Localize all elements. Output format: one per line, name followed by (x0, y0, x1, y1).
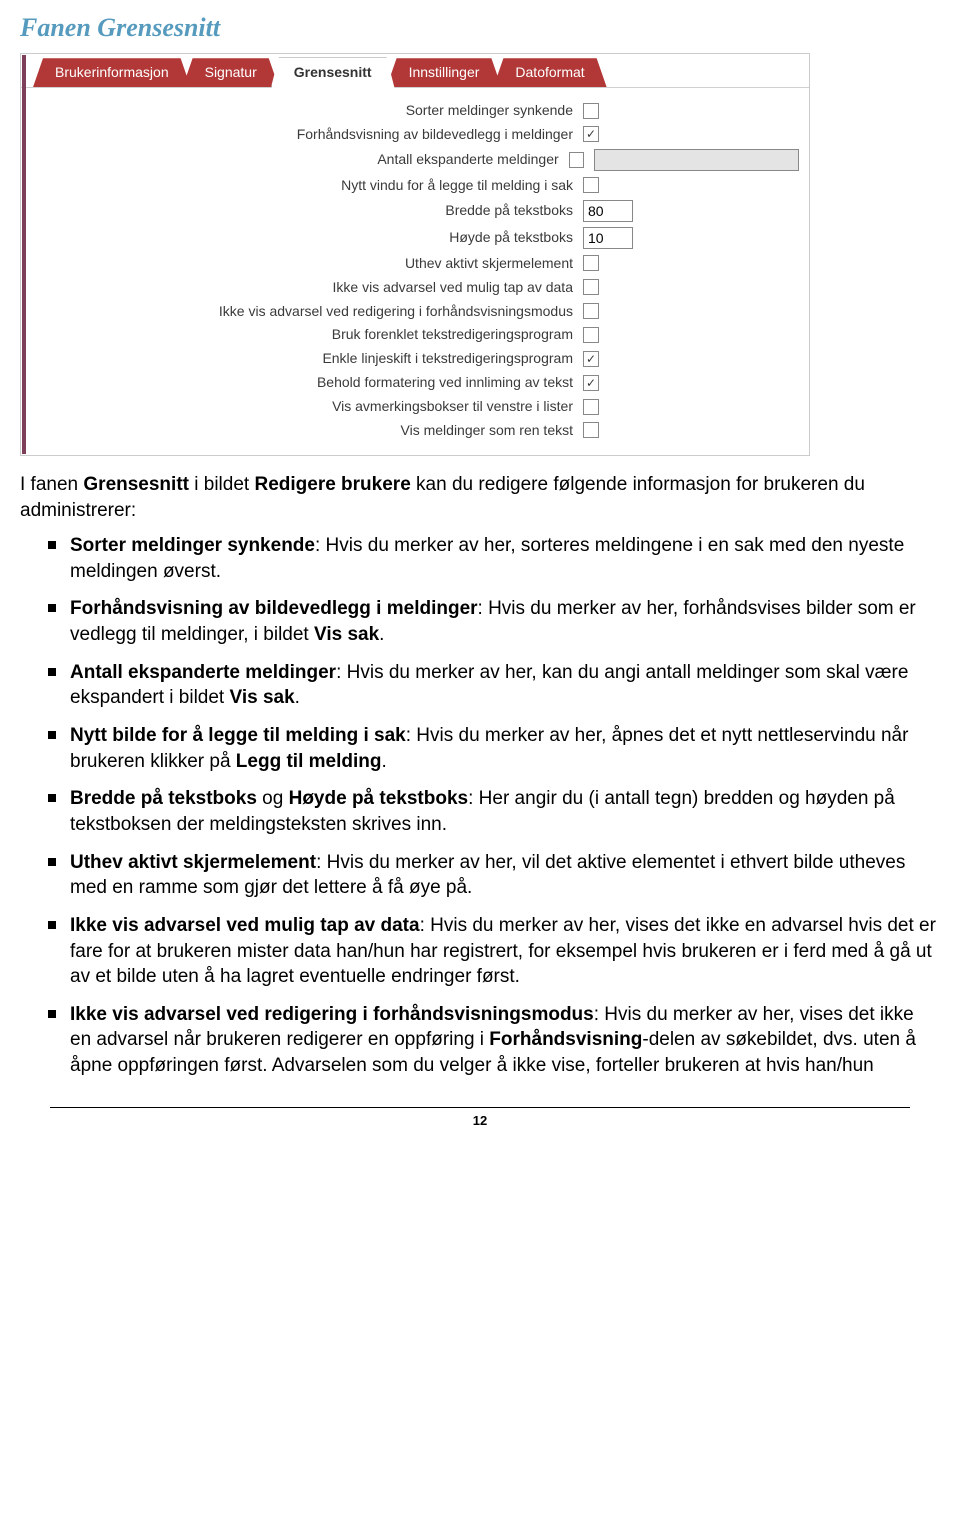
field-label: Behold formatering ved innliming av teks… (33, 373, 573, 392)
tab-brukerinformasjon[interactable]: Brukerinformasjon (33, 58, 191, 87)
list-item: Bredde på tekstboks og Høyde på tekstbok… (20, 786, 940, 837)
tab-grensesnitt[interactable]: Grensesnitt (271, 57, 395, 88)
field-label: Uthev aktivt skjermelement (33, 254, 573, 273)
settings-screenshot: BrukerinformasjonSignaturGrensesnittInns… (20, 53, 810, 456)
intro-bold-2: Redigere brukere (254, 474, 410, 495)
form-row: Uthev aktivt skjermelement (33, 254, 799, 273)
page-number: 12 (20, 1112, 940, 1130)
bullet-bold-2: Vis sak (230, 687, 295, 708)
text-input[interactable] (594, 149, 799, 171)
checkbox[interactable] (569, 152, 585, 168)
bullet-tail: . (295, 687, 300, 708)
tab-signatur[interactable]: Signatur (183, 58, 279, 87)
bullet-bold: Uthev aktivt skjermelement (70, 852, 316, 873)
bullet-bold: Sorter meldinger synkende (70, 535, 315, 556)
checkbox[interactable] (583, 279, 599, 295)
checkbox[interactable] (583, 422, 599, 438)
list-item: Antall ekspanderte meldinger: Hvis du me… (20, 660, 940, 711)
form-row: Bruk forenklet tekstredigeringsprogram (33, 325, 799, 344)
field-label: Enkle linjeskift i tekstredigeringsprogr… (33, 349, 573, 368)
field-label: Bruk forenklet tekstredigeringsprogram (33, 325, 573, 344)
intro-text: i bildet (189, 474, 254, 495)
bullet-bold-2: Høyde på tekstboks (289, 788, 469, 809)
tab-bar: BrukerinformasjonSignaturGrensesnittInns… (21, 54, 809, 88)
form-row: Ikke vis advarsel ved mulig tap av data (33, 278, 799, 297)
list-item: Ikke vis advarsel ved mulig tap av data:… (20, 913, 940, 990)
form-row: Enkle linjeskift i tekstredigeringsprogr… (33, 349, 799, 368)
checkbox[interactable] (583, 255, 599, 271)
bullet-bold: Ikke vis advarsel ved redigering i forhå… (70, 1004, 594, 1025)
footer-rule (50, 1107, 910, 1108)
bullet-tail: . (379, 624, 384, 645)
list-item: Forhåndsvisning av bildevedlegg i meldin… (20, 596, 940, 647)
text-input[interactable] (583, 200, 633, 222)
bullet-text: og (257, 788, 289, 809)
checkbox[interactable] (583, 177, 599, 193)
checkbox[interactable]: ✓ (583, 351, 599, 367)
form-row: Ikke vis advarsel ved redigering i forhå… (33, 302, 799, 321)
checkbox[interactable] (583, 399, 599, 415)
list-item: Nytt bilde for å legge til melding i sak… (20, 723, 940, 774)
intro-text: I fanen (20, 474, 83, 495)
text-input[interactable] (583, 227, 633, 249)
form-row: Behold formatering ved innliming av teks… (33, 373, 799, 392)
list-item: Sorter meldinger synkende: Hvis du merke… (20, 533, 940, 584)
form-row: Bredde på tekstboks (33, 200, 799, 222)
checkbox[interactable] (583, 303, 599, 319)
checkbox[interactable] (583, 103, 599, 119)
form-row: Vis meldinger som ren tekst (33, 421, 799, 440)
bullet-tail: . (381, 751, 386, 772)
form-row: Høyde på tekstboks (33, 227, 799, 249)
tab-innstillinger[interactable]: Innstillinger (387, 58, 502, 87)
field-label: Nytt vindu for å legge til melding i sak (33, 176, 573, 195)
field-label: Sorter meldinger synkende (33, 101, 573, 120)
form-row: Nytt vindu for å legge til melding i sak (33, 176, 799, 195)
field-label: Vis avmerkingsbokser til venstre i liste… (33, 397, 573, 416)
tab-datoformat[interactable]: Datoformat (493, 58, 606, 87)
form-row: Forhåndsvisning av bildevedlegg i meldin… (33, 125, 799, 144)
bullet-bold-2: Forhåndsvisning (489, 1029, 642, 1050)
field-label: Ikke vis advarsel ved mulig tap av data (33, 278, 573, 297)
bullet-bold: Antall ekspanderte meldinger (70, 662, 336, 683)
form-row: Antall ekspanderte meldinger (33, 149, 799, 171)
field-label: Høyde på tekstboks (33, 228, 573, 247)
checkbox[interactable] (583, 327, 599, 343)
checkbox[interactable]: ✓ (583, 126, 599, 142)
field-label: Ikke vis advarsel ved redigering i forhå… (33, 302, 573, 321)
intro-bold-1: Grensesnitt (83, 474, 189, 495)
bullet-bold-2: Vis sak (314, 624, 379, 645)
bullet-bold: Nytt bilde for å legge til melding i sak (70, 725, 406, 746)
field-label: Vis meldinger som ren tekst (33, 421, 573, 440)
field-label: Bredde på tekstboks (33, 201, 573, 220)
form-row: Vis avmerkingsbokser til venstre i liste… (33, 397, 799, 416)
bullet-bold: Ikke vis advarsel ved mulig tap av data (70, 915, 420, 936)
page-title: Fanen Grensesnitt (20, 10, 940, 45)
field-label: Antall ekspanderte meldinger (33, 150, 559, 169)
list-item: Ikke vis advarsel ved redigering i forhå… (20, 1002, 940, 1079)
list-item: Uthev aktivt skjermelement: Hvis du merk… (20, 850, 940, 901)
page-footer: 12 (20, 1107, 940, 1130)
form-row: Sorter meldinger synkende (33, 101, 799, 120)
intro-paragraph: I fanen Grensesnitt i bildet Redigere br… (20, 472, 940, 523)
form-area: Sorter meldinger synkende Forhåndsvisning… (21, 88, 809, 449)
field-label: Forhåndsvisning av bildevedlegg i meldin… (33, 125, 573, 144)
bullet-bold: Bredde på tekstboks (70, 788, 257, 809)
bullet-list: Sorter meldinger synkende: Hvis du merke… (20, 533, 940, 1079)
bullet-bold-2: Legg til melding (236, 751, 382, 772)
checkbox[interactable]: ✓ (583, 375, 599, 391)
bullet-bold: Forhåndsvisning av bildevedlegg i meldin… (70, 598, 478, 619)
